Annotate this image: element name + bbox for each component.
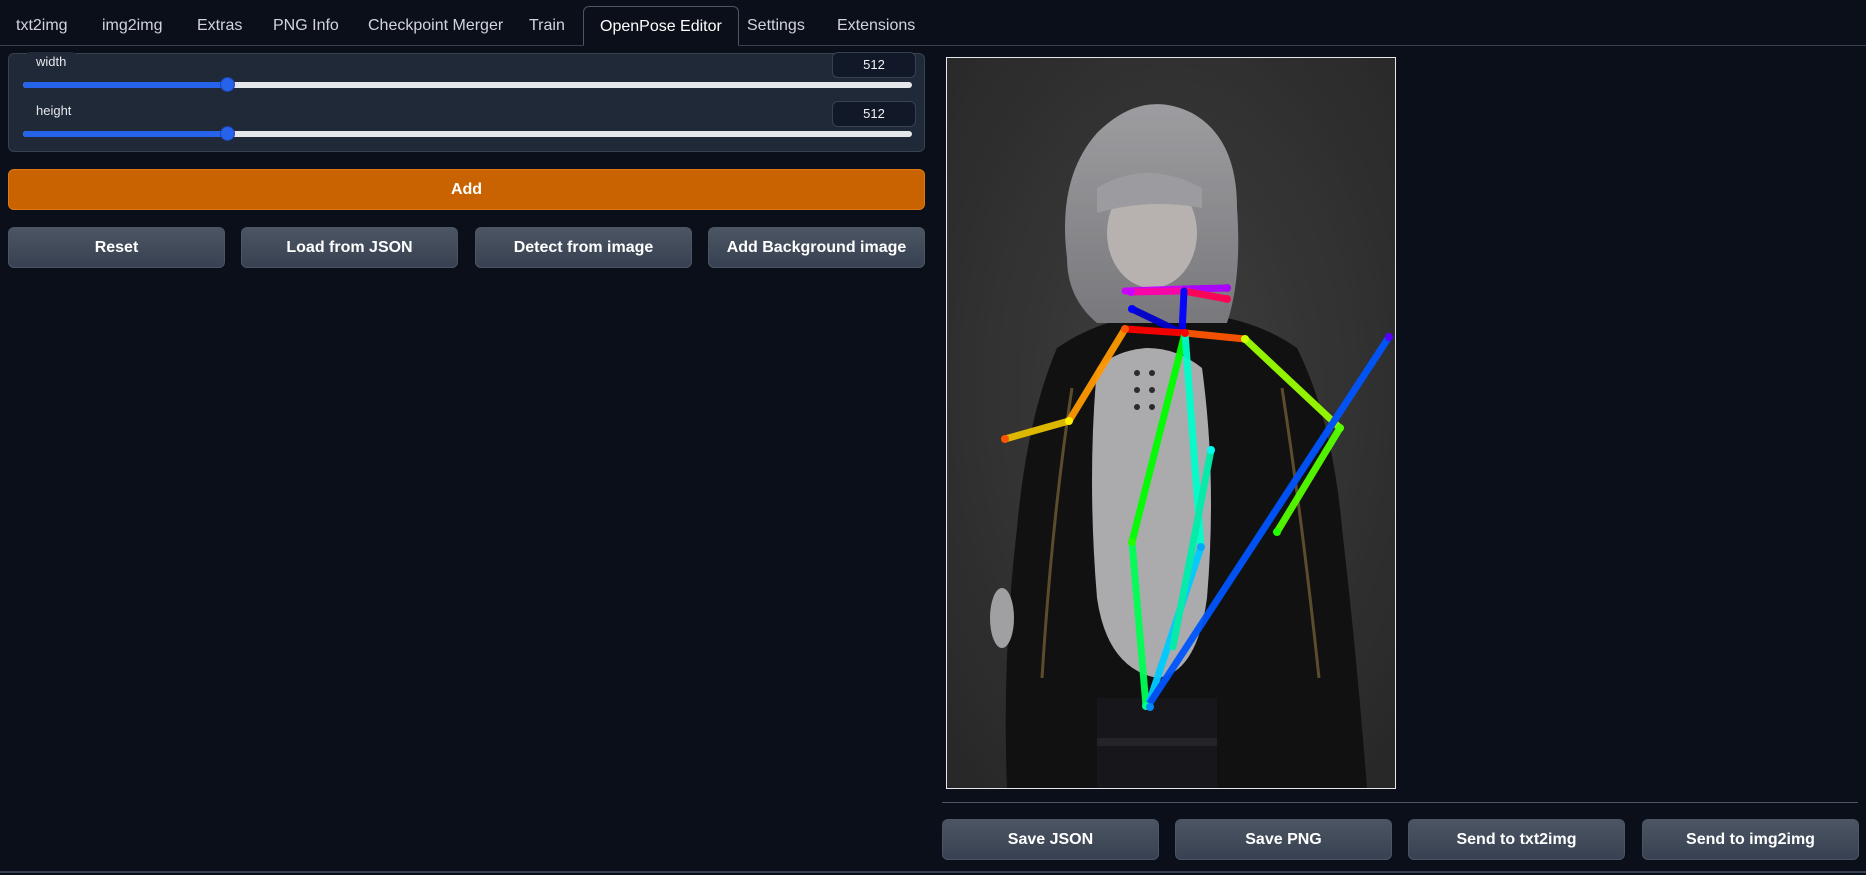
keypoint[interactable] [1121, 325, 1129, 333]
width-slider[interactable] [23, 77, 912, 92]
keypoint[interactable] [1127, 288, 1135, 296]
send-to-img2img-button[interactable]: Send to img2img [1642, 819, 1859, 860]
tab-extensions[interactable]: Extensions [821, 6, 931, 45]
height-slider-fill [23, 131, 228, 137]
height-label: height [26, 101, 82, 121]
section-divider [942, 802, 1858, 803]
keypoint[interactable] [1241, 335, 1249, 343]
limb-ear-left [1127, 287, 1188, 296]
keypoint[interactable] [1336, 424, 1344, 432]
height-slider[interactable] [23, 126, 912, 141]
tab-bar: txt2img img2img Extras PNG Info Checkpoi… [0, 0, 1866, 46]
tab-extras[interactable]: Extras [181, 6, 258, 45]
add-background-image-button[interactable]: Add Background image [708, 227, 925, 268]
height-number-input[interactable]: 512 [832, 101, 916, 127]
tab-openpose-editor[interactable]: OpenPose Editor [583, 6, 739, 46]
tab-checkpoint-merger[interactable]: Checkpoint Merger [352, 6, 519, 45]
keypoint[interactable] [1385, 333, 1393, 341]
width-slider-thumb[interactable] [220, 77, 236, 92]
keypoint[interactable] [1181, 329, 1189, 337]
keypoint[interactable] [1207, 446, 1215, 454]
tab-txt2img[interactable]: txt2img [0, 6, 84, 45]
keypoint[interactable] [1001, 435, 1009, 443]
width-slider-fill [23, 82, 228, 88]
keypoint[interactable] [1273, 528, 1281, 536]
footer-border [0, 871, 1866, 873]
canvas-overlay [947, 58, 1395, 788]
height-slider-group: height 512 [9, 101, 924, 155]
size-settings-panel: width 512 height 512 [8, 52, 925, 155]
save-png-button[interactable]: Save PNG [1175, 819, 1392, 860]
tab-img2img[interactable]: img2img [86, 6, 178, 45]
keypoint[interactable] [1197, 543, 1205, 551]
keypoint[interactable] [1128, 305, 1136, 313]
height-slider-thumb[interactable] [220, 126, 236, 141]
save-json-button[interactable]: Save JSON [942, 819, 1159, 860]
reset-button[interactable]: Reset [8, 227, 225, 268]
keypoint[interactable] [1146, 703, 1154, 711]
limb-neck-nose [1178, 287, 1188, 337]
width-number-input[interactable]: 512 [832, 52, 916, 78]
keypoint[interactable] [1223, 295, 1231, 303]
keypoint[interactable] [1065, 417, 1073, 425]
pose-canvas-svg[interactable] [947, 58, 1395, 788]
detect-from-image-button[interactable]: Detect from image [475, 227, 692, 268]
limb-shoulder-left [1121, 325, 1189, 337]
keypoint[interactable] [1128, 538, 1136, 546]
tab-train[interactable]: Train [513, 6, 581, 45]
keypoint[interactable] [1223, 284, 1231, 292]
load-from-json-button[interactable]: Load from JSON [241, 227, 458, 268]
width-slider-group: width 512 [9, 52, 924, 106]
tab-png-info[interactable]: PNG Info [257, 6, 355, 45]
add-button[interactable]: Add [8, 169, 925, 210]
width-label: width [26, 52, 77, 72]
tab-settings[interactable]: Settings [731, 6, 821, 45]
pose-canvas[interactable] [946, 57, 1396, 789]
send-to-txt2img-button[interactable]: Send to txt2img [1408, 819, 1625, 860]
